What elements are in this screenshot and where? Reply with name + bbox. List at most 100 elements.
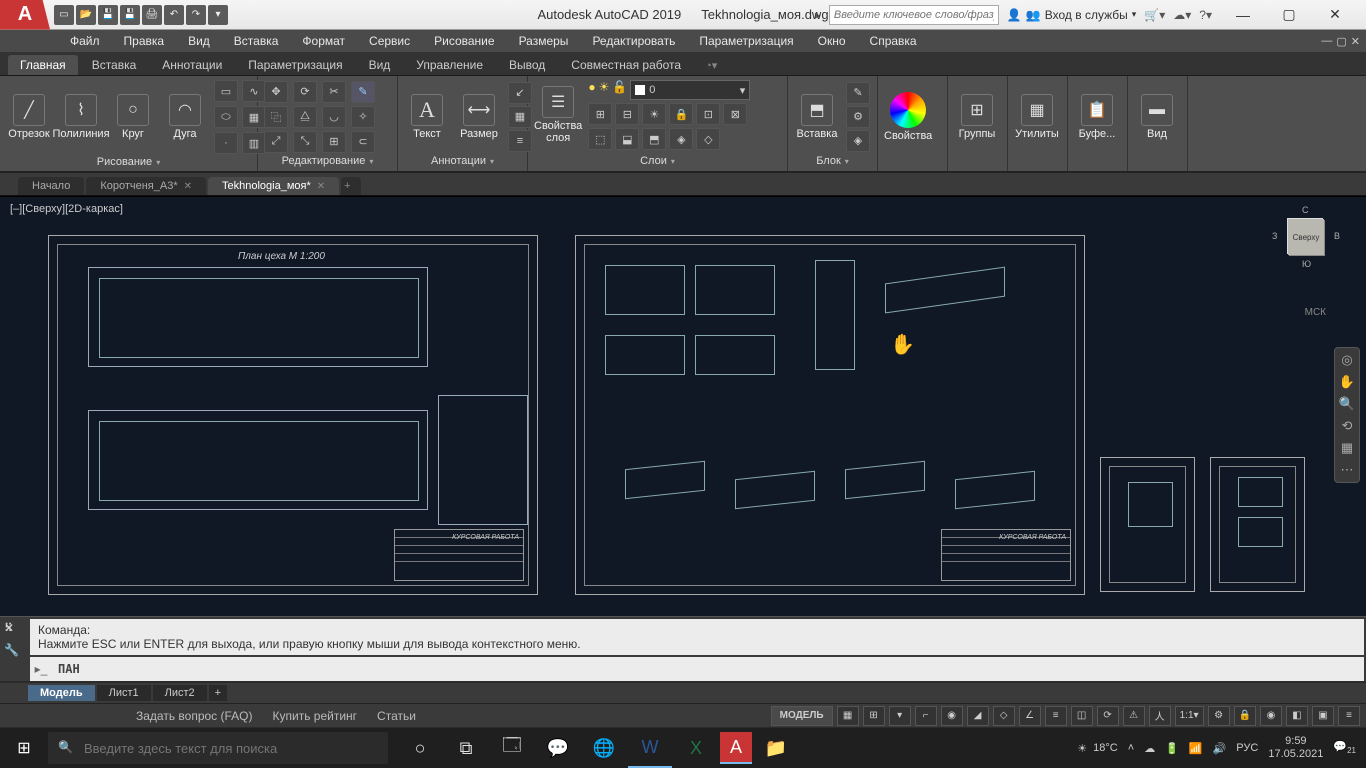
cube-face[interactable]: Сверху: [1288, 219, 1324, 255]
status-custom-icon[interactable]: ≡: [1338, 706, 1360, 726]
layer-props-button[interactable]: ☰Свойства слоя: [534, 86, 582, 144]
scale-icon[interactable]: ⤡: [293, 131, 317, 153]
task-taskview-icon[interactable]: ⧉: [444, 728, 488, 768]
status-transp-icon[interactable]: ◫: [1071, 706, 1093, 726]
app-logo[interactable]: A: [0, 0, 50, 30]
status-grid-icon[interactable]: ▦: [837, 706, 859, 726]
layer-tool7-icon[interactable]: ⬚: [588, 128, 612, 150]
utilities-button[interactable]: ▦Утилиты: [1014, 94, 1060, 140]
ribbon-tab-collab[interactable]: Совместная работа: [559, 55, 693, 75]
status-scale[interactable]: 1:1▾: [1175, 706, 1204, 726]
ribbon-tab-insert[interactable]: Вставка: [80, 55, 149, 75]
groups-button[interactable]: ⊞Группы: [954, 94, 1000, 140]
task-word-icon[interactable]: W: [628, 728, 672, 768]
erase-icon[interactable]: ✎: [351, 81, 375, 103]
task-cortana-icon[interactable]: ○: [398, 728, 442, 768]
menu-modify[interactable]: Редактировать: [582, 30, 685, 52]
layer-tool11-icon[interactable]: ◇: [696, 128, 720, 150]
status-cycle-icon[interactable]: ⟳: [1097, 706, 1119, 726]
circle-button[interactable]: ○Круг: [110, 94, 156, 140]
weather-widget[interactable]: ☀18°C: [1077, 742, 1117, 755]
layer-tool6-icon[interactable]: ⊠: [723, 103, 747, 125]
status-snap-icon[interactable]: ⊞: [863, 706, 885, 726]
cmd-grip-icon[interactable]: ⠿: [4, 621, 13, 635]
menu-dimension[interactable]: Размеры: [509, 30, 579, 52]
status-ortho-icon[interactable]: ⌐: [915, 706, 937, 726]
tray-chevron-icon[interactable]: ˄: [1128, 742, 1134, 754]
menu-parametric[interactable]: Параметризация: [689, 30, 803, 52]
status-infer-icon[interactable]: ▾: [889, 706, 911, 726]
status-link-buy[interactable]: Купить рейтинг: [273, 709, 358, 723]
properties-button[interactable]: Свойства: [884, 92, 932, 142]
cube-south[interactable]: Ю: [1302, 259, 1311, 269]
signin-button[interactable]: 👤 👥 Вход в службы ▾: [1007, 8, 1136, 22]
block-create-icon[interactable]: ✎: [846, 82, 870, 104]
dimension-button[interactable]: ⟷Размер: [456, 94, 502, 140]
status-lwt-icon[interactable]: ≡: [1045, 706, 1067, 726]
rotate-icon[interactable]: ⟳: [293, 81, 317, 103]
menu-help[interactable]: Справка: [860, 30, 927, 52]
layout-tab-1[interactable]: Лист1: [97, 685, 151, 701]
nav-zoom-icon[interactable]: 🔍: [1339, 396, 1355, 412]
tray-battery-icon[interactable]: 🔋: [1165, 742, 1179, 755]
status-annomon-icon[interactable]: ⚠: [1123, 706, 1145, 726]
file-tab-1[interactable]: Коротченя_А3*✕: [86, 177, 206, 195]
block-attr-icon[interactable]: ◈: [846, 130, 870, 152]
panel-block-label[interactable]: Блок: [794, 153, 871, 169]
exchange-icon[interactable]: 🛒▾: [1144, 8, 1165, 22]
cube-east[interactable]: В: [1334, 231, 1340, 241]
file-tab-2-close-icon[interactable]: ✕: [317, 181, 325, 192]
ribbon-tab-manage[interactable]: Управление: [404, 55, 495, 75]
layout-tab-add[interactable]: +: [209, 685, 227, 701]
layout-tab-model[interactable]: Модель: [28, 685, 95, 701]
panel-draw-label[interactable]: Рисование: [6, 154, 251, 170]
offset-icon[interactable]: ⊂: [351, 131, 375, 153]
status-polar-icon[interactable]: ◉: [941, 706, 963, 726]
mdi-close[interactable]: ✕: [1351, 35, 1360, 48]
line-button[interactable]: ╱Отрезок: [6, 94, 52, 140]
help-icon[interactable]: ?▾: [1199, 8, 1212, 22]
file-tab-1-close-icon[interactable]: ✕: [184, 181, 192, 192]
status-model[interactable]: МОДЕЛЬ: [771, 706, 833, 726]
task-folder-icon[interactable]: 📁: [754, 728, 798, 768]
status-link-articles[interactable]: Статьи: [377, 709, 416, 723]
maximize-button[interactable]: ▢: [1266, 0, 1312, 30]
menu-file[interactable]: Файл: [60, 30, 110, 52]
ribbon-tab-parametric[interactable]: Параметризация: [236, 55, 354, 75]
status-iso-icon[interactable]: ◢: [967, 706, 989, 726]
tray-lang[interactable]: РУС: [1236, 742, 1258, 754]
task-excel-icon[interactable]: X: [674, 728, 718, 768]
qat-saveas-icon[interactable]: 💾: [120, 5, 140, 25]
viewport-label[interactable]: [–][Сверху][2D-каркас]: [10, 203, 123, 215]
minimize-button[interactable]: —: [1220, 0, 1266, 30]
layer-combo[interactable]: 0▾: [630, 80, 750, 100]
ribbon-tab-view[interactable]: Вид: [357, 55, 403, 75]
status-annoscale-icon[interactable]: 人: [1149, 706, 1171, 726]
trim-icon[interactable]: ✂: [322, 81, 346, 103]
layer-tool10-icon[interactable]: ◈: [669, 128, 693, 150]
tray-clock[interactable]: 9:59 17.05.2021: [1268, 735, 1323, 761]
rect-icon[interactable]: ▭: [214, 80, 238, 102]
status-lock-icon[interactable]: 🔒: [1234, 706, 1256, 726]
menu-format[interactable]: Формат: [292, 30, 355, 52]
taskbar-search[interactable]: [48, 732, 388, 764]
cmd-wrench-icon[interactable]: 🔧: [4, 643, 26, 657]
qat-more-icon[interactable]: ▾: [208, 5, 228, 25]
qat-open-icon[interactable]: 📂: [76, 5, 96, 25]
qat-new-icon[interactable]: ▭: [54, 5, 74, 25]
fillet-icon[interactable]: ◡: [322, 106, 346, 128]
move-icon[interactable]: ✥: [264, 81, 288, 103]
clipboard-button[interactable]: 📋Буфе...: [1074, 94, 1120, 140]
ribbon-tab-annotate[interactable]: Аннотации: [150, 55, 234, 75]
polyline-button[interactable]: ⌇Полилиния: [58, 94, 104, 140]
mdi-restore[interactable]: ▢: [1336, 35, 1346, 48]
ribbon-tab-extra-icon[interactable]: ◔▾: [699, 56, 723, 75]
nav-showmotion-icon[interactable]: ▦: [1341, 440, 1353, 456]
qat-undo-icon[interactable]: ↶: [164, 5, 184, 25]
panel-layers-label[interactable]: Слои: [534, 153, 781, 169]
status-hw-icon[interactable]: ◉: [1260, 706, 1282, 726]
infocenter-search[interactable]: [829, 5, 999, 25]
task-explorer-icon[interactable]: 🗔: [490, 728, 534, 768]
copy-icon[interactable]: ⿻: [264, 106, 288, 128]
viewport[interactable]: [–][Сверху][2D-каркас] План цеха М 1:200…: [0, 196, 1366, 616]
